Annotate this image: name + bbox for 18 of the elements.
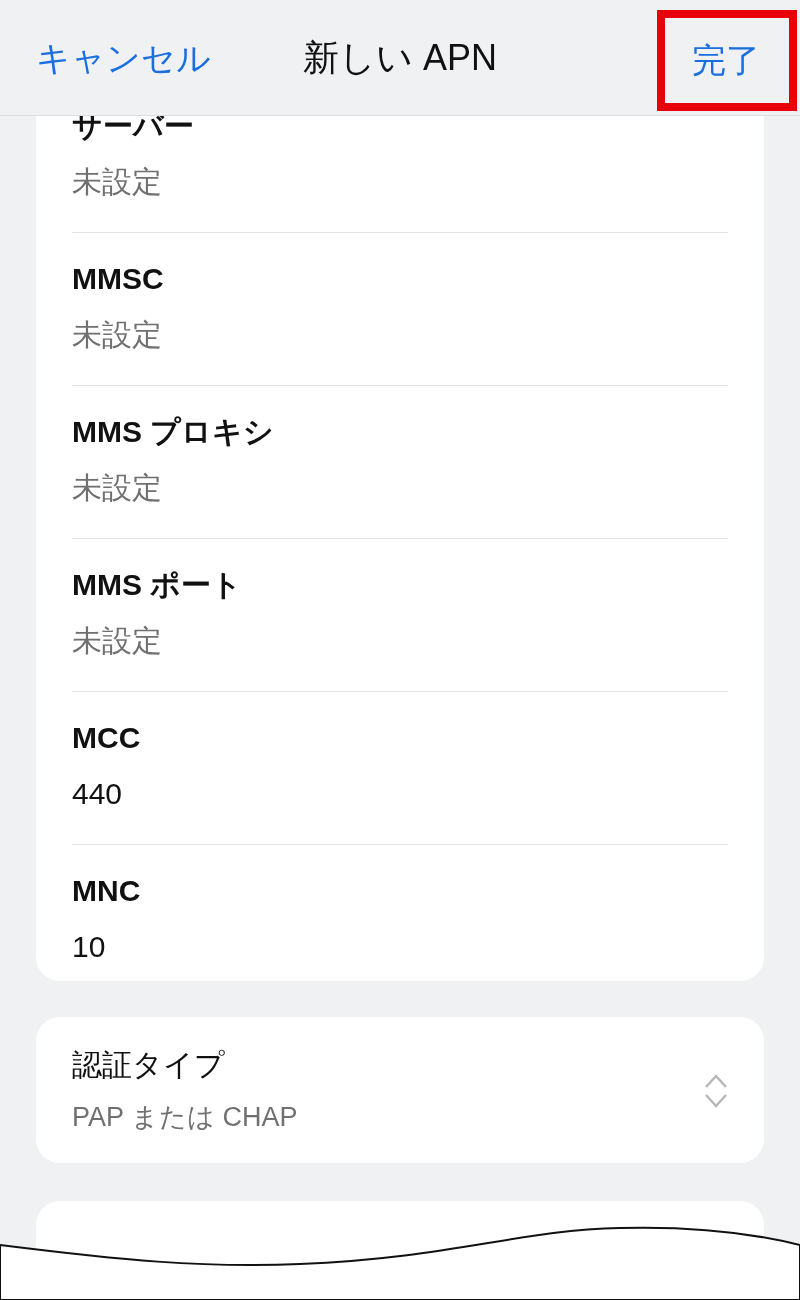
field-label: 認証タイプ: [72, 1047, 225, 1083]
screen-title: 新しい APN: [303, 36, 497, 80]
field-label: MMS ポート: [72, 567, 243, 603]
field-value[interactable]: 440: [72, 776, 123, 812]
field-label: MMSC: [72, 261, 164, 297]
field-value[interactable]: 未設定: [72, 470, 162, 506]
field-value[interactable]: 未設定: [72, 317, 162, 353]
field-label: MMS プロキシ: [72, 414, 275, 450]
field-label: MCC: [72, 720, 141, 756]
field-value[interactable]: 未設定: [72, 164, 162, 200]
cancel-button[interactable]: キャンセル: [36, 36, 211, 80]
field-value[interactable]: 未設定: [72, 623, 162, 659]
picker-card[interactable]: 認証タイプ PAP または CHAP: [36, 1017, 764, 1163]
field-value: PAP または CHAP: [72, 1101, 298, 1134]
field-label: MNC: [72, 873, 141, 909]
done-button[interactable]: 完了: [692, 38, 760, 82]
up-down-chevron-icon: [704, 1073, 728, 1109]
field-value[interactable]: 10: [72, 929, 106, 965]
